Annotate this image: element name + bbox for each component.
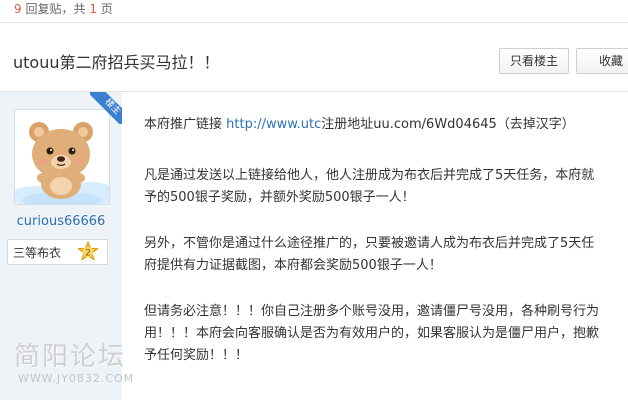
post-paragraph-3: 另外，不管你是通过什么途径推广的，只要被邀请人成为布衣后并完成了5天任 府提供有… bbox=[144, 233, 594, 277]
post-paragraph-1: 本府推广链接 http://www.utc注册地址uu.com/6Wd04645… bbox=[144, 114, 575, 136]
rank-label: 三等布衣 bbox=[13, 246, 62, 260]
only-op-button[interactable]: 只看楼主 bbox=[499, 48, 569, 74]
thread-title: utouu第二府招兵买马拉！！ bbox=[13, 53, 220, 72]
post-line: 予任何奖励！！！ bbox=[144, 348, 249, 363]
post-line: 但请务必注意！！！你自己注册多个账号没用，邀请僵尸号没用，各种刷号行为 bbox=[144, 304, 600, 319]
rank-badge-icon: 2 bbox=[77, 241, 99, 261]
rank-level: 2 bbox=[85, 248, 91, 258]
post-line: 府提供有力证据截图，本府都会奖励500银子一人！ bbox=[144, 258, 442, 273]
author-username[interactable]: curious66666 bbox=[0, 214, 122, 229]
promo-register-text: 注册地址uu.com/6Wd04645（去掉汉字） bbox=[321, 117, 575, 132]
reply-label: 回复贴，共 bbox=[25, 2, 86, 16]
op-ribbon: 楼主 bbox=[90, 92, 122, 124]
post-line: 凡是通过发送以上链接给他人，他人注册成为布衣后并完成了5天任务，本府就 bbox=[144, 168, 595, 183]
page-count: 1 bbox=[89, 2, 97, 16]
thread-header: utouu第二府招兵买马拉！！ 只看楼主 收藏 bbox=[0, 23, 628, 93]
post-paragraph-2: 凡是通过发送以上链接给他人，他人注册成为布衣后并完成了5天任务，本府就 予的50… bbox=[144, 165, 594, 209]
op-ribbon-label: 楼主 bbox=[90, 92, 122, 124]
reply-count: 9 bbox=[14, 2, 22, 16]
reply-summary: 9 回复贴，共 1 页 bbox=[0, 0, 628, 22]
post-line: 用！！！本府会向客服确认是否为有效用户的，如果客服认为是僵尸用户，抱歉 bbox=[144, 326, 600, 341]
post-line: 予的500银子奖励，并额外奖励500银子一人！ bbox=[144, 190, 415, 205]
promo-link[interactable]: http://www.utc bbox=[226, 117, 321, 132]
collect-button[interactable]: 收藏 bbox=[576, 48, 628, 74]
promo-label: 本府推广链接 bbox=[144, 117, 227, 132]
bear-avatar-icon bbox=[15, 110, 109, 204]
rank-box: 三等布衣 2 bbox=[7, 239, 108, 265]
post-line: 另外，不管你是通过什么途径推广的，只要被邀请人成为布衣后并完成了5天任 bbox=[144, 236, 595, 251]
page-label: 页 bbox=[100, 2, 113, 16]
author-sidebar: 楼主 curious66666 三等布衣 2 bbox=[0, 92, 122, 400]
post-paragraph-4: 但请务必注意！！！你自己注册多个账号没用，邀请僵尸号没用，各种刷号行为 用！！！… bbox=[144, 301, 599, 367]
post-body: 本府推广链接 http://www.utc注册地址uu.com/6Wd04645… bbox=[144, 92, 628, 400]
